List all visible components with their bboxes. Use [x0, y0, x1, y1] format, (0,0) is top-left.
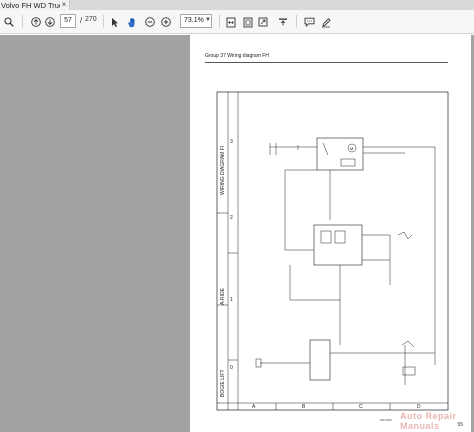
page-number-input[interactable]: 57	[60, 14, 76, 28]
pen-icon[interactable]	[320, 15, 332, 29]
fit-page-icon[interactable]	[242, 15, 254, 29]
comment-icon[interactable]	[303, 15, 315, 29]
total-pages: 270	[85, 16, 97, 23]
row-letter: D	[417, 404, 421, 410]
wiring-diagram: M	[216, 91, 449, 411]
ecu-inner	[334, 230, 346, 244]
row-letter: C	[359, 404, 363, 410]
rotate-icon[interactable]	[277, 15, 289, 29]
hand-icon[interactable]	[126, 15, 138, 29]
close-tab-icon[interactable]: ×	[60, 0, 68, 10]
valve-box	[309, 339, 331, 381]
pointer-icon[interactable]	[109, 15, 121, 29]
side-title: WIRING DIAGRAM FI	[220, 145, 226, 195]
toolbar-divider	[22, 15, 23, 28]
chevron-down-icon[interactable]: ▼	[205, 17, 211, 23]
column-number: 3	[230, 139, 233, 145]
footer-code: DRO965	[380, 418, 392, 422]
sensor-symbol	[397, 231, 413, 240]
document-tab[interactable]: Volvo FH WD Truck... ×	[0, 0, 70, 10]
side-section-a-ride: A-RIDE	[220, 288, 226, 305]
toolbar: 57 / 270 73.1% ▼	[0, 10, 474, 34]
toolbar-divider	[103, 15, 104, 28]
row-letter: A	[252, 404, 256, 410]
zoom-out-icon[interactable]	[144, 15, 156, 29]
prev-page-icon[interactable]	[30, 15, 42, 29]
watermark-logo: Auto Repair Manuals	[400, 411, 457, 431]
relay-box-upper	[316, 137, 364, 171]
tab-title: Volvo FH WD Truck...	[1, 0, 60, 10]
side-section-bogie: BOGIE LIFT	[220, 369, 226, 397]
diagram-frame	[216, 91, 449, 411]
toolbar-divider	[219, 15, 220, 28]
tab-bar: Volvo FH WD Truck... ×	[0, 0, 474, 10]
fit-width-icon[interactable]	[225, 15, 237, 29]
document-page: Group 37 Wiring diagram FH M WIRING DIAG…	[190, 35, 471, 432]
column-number: 2	[230, 215, 233, 221]
column-number: 0	[230, 365, 233, 371]
page-number-label: 55	[457, 422, 463, 428]
row-letter: B	[302, 404, 306, 410]
switch-symbol	[322, 142, 329, 156]
fuse-symbol	[340, 158, 356, 167]
next-page-icon[interactable]	[44, 15, 56, 29]
pressure-switch-symbol	[401, 340, 415, 348]
full-screen-icon[interactable]	[257, 15, 269, 29]
zoom-in-icon[interactable]	[160, 15, 172, 29]
viewer-background	[0, 35, 190, 432]
page-separator: /	[80, 16, 83, 25]
pdf-viewer: Volvo FH WD Truck... × 57 / 270 73.1%	[0, 0, 474, 432]
search-icon[interactable]	[3, 15, 15, 29]
ecu-inner	[320, 230, 332, 244]
motor-letter: M	[350, 146, 353, 151]
toolbar-divider	[296, 15, 297, 28]
column-number: 1	[230, 297, 233, 303]
